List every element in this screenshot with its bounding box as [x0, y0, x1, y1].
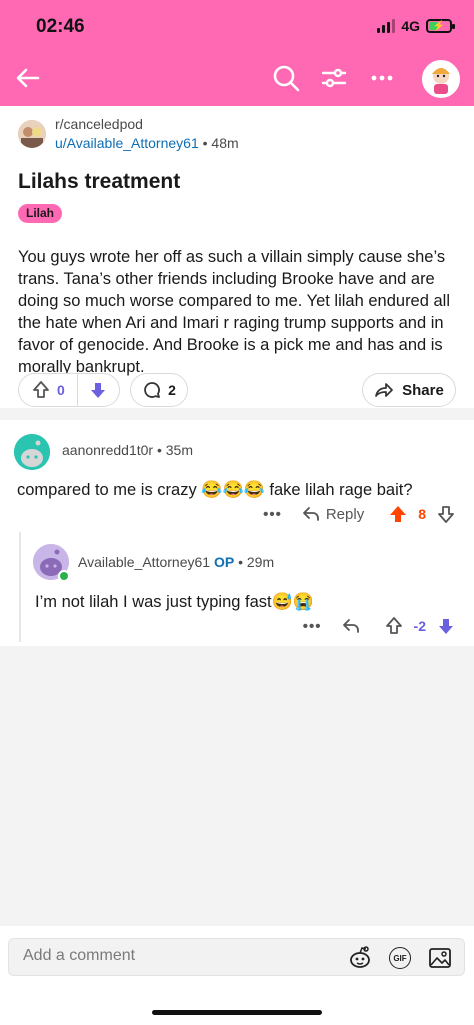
- network-type: 4G: [401, 18, 420, 34]
- comment-actions: ••• -2: [303, 616, 456, 636]
- user-avatar[interactable]: [422, 60, 460, 98]
- reply-icon: [302, 507, 319, 521]
- post-title: Lilahs treatment: [18, 170, 181, 193]
- share-icon: [374, 380, 394, 400]
- comment-count: 2: [168, 382, 176, 398]
- snoo-icon[interactable]: [346, 944, 374, 972]
- downvote-icon[interactable]: [436, 504, 456, 524]
- comment-text: compared to me is crazy 😂😂😂 fake lilah r…: [17, 480, 413, 499]
- sweat-smile-crying-emoji: 😅😭: [271, 592, 314, 611]
- op-badge: OP: [213, 554, 235, 570]
- upvote-icon[interactable]: [388, 504, 408, 524]
- vote-control: 0: [18, 373, 120, 407]
- comment-author[interactable]: Available_Attorney61: [78, 554, 210, 570]
- post-flair[interactable]: Lilah: [18, 204, 63, 223]
- back-arrow-icon[interactable]: [12, 62, 44, 94]
- comments-button[interactable]: 2: [130, 373, 188, 407]
- online-status-icon: [58, 570, 70, 582]
- post-age: • 48m: [202, 135, 239, 151]
- post-body: You guys wrote her off as such a villain…: [18, 248, 451, 376]
- upvote-icon[interactable]: [384, 616, 404, 636]
- image-icon[interactable]: [426, 944, 454, 972]
- laughing-emoji: 😂😂😂: [201, 480, 265, 499]
- home-indicator: [152, 1010, 322, 1015]
- search-icon[interactable]: [270, 62, 302, 94]
- more-icon[interactable]: [366, 62, 398, 94]
- share-button[interactable]: Share: [362, 373, 456, 407]
- battery-icon: ⚡: [426, 19, 455, 33]
- comment-bubble-icon: [142, 380, 162, 400]
- downvote-icon[interactable]: [436, 616, 456, 636]
- comment-input[interactable]: [23, 947, 323, 965]
- share-label: Share: [402, 381, 444, 399]
- commenter-avatar[interactable]: [14, 434, 50, 470]
- downvote-icon[interactable]: [88, 380, 108, 400]
- comment-more-icon[interactable]: •••: [303, 618, 322, 635]
- post-author[interactable]: u/Available_Attorney61: [55, 135, 199, 151]
- signal-icon: [377, 19, 396, 33]
- filter-icon[interactable]: [318, 62, 350, 94]
- status-indicators: 4G ⚡: [377, 18, 455, 34]
- upvote-icon[interactable]: [31, 380, 51, 400]
- post-meta: u/Available_Attorney61 • 48m: [55, 135, 239, 151]
- subreddit-avatar[interactable]: [18, 120, 46, 148]
- comment-more-icon[interactable]: •••: [263, 506, 282, 523]
- app-header: 02:46 4G ⚡: [0, 0, 474, 106]
- comment-meta: aanonredd1t0r • 35m: [62, 442, 193, 458]
- thread-line[interactable]: [19, 532, 21, 642]
- comment-meta: Available_Attorney61 OP • 29m: [78, 554, 274, 570]
- empty-feed-area: [0, 646, 474, 926]
- comment-score: -2: [413, 618, 426, 634]
- post-score: 0: [57, 382, 65, 398]
- gif-icon[interactable]: GIF: [386, 944, 414, 972]
- reply-icon[interactable]: [342, 618, 360, 634]
- status-time: 02:46: [36, 16, 85, 37]
- comment-age: • 29m: [238, 554, 275, 570]
- subreddit-name[interactable]: r/canceledpod: [55, 116, 143, 132]
- comment-text: I’m not lilah I was just typing fast😅😭: [35, 592, 314, 611]
- comment-score: 8: [418, 506, 426, 522]
- comment-author[interactable]: aanonredd1t0r: [62, 442, 153, 458]
- section-divider: [0, 408, 474, 420]
- reply-label: Reply: [325, 505, 365, 523]
- comment-age: • 35m: [156, 442, 193, 458]
- comment-actions: ••• Reply 8: [263, 504, 456, 524]
- reply-button[interactable]: Reply: [302, 506, 364, 523]
- comment-composer: GIF: [8, 938, 465, 976]
